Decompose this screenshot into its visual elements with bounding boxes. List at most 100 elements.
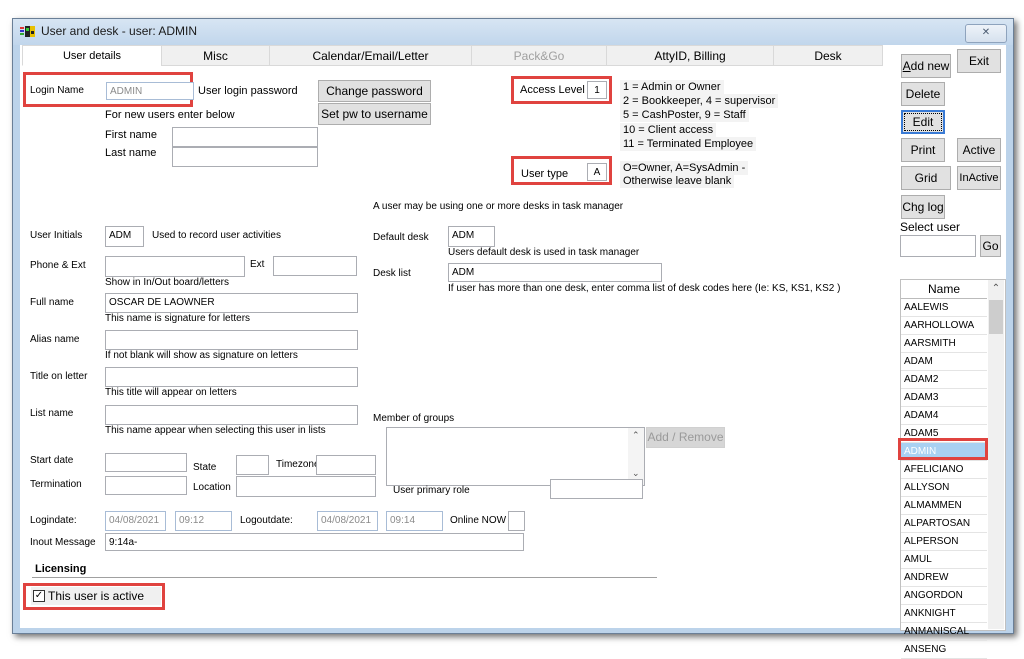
title-bar: User and desk - user: ADMIN ✕ [13, 19, 1013, 45]
user-initials-field[interactable]: ADM [105, 226, 144, 247]
tab-attyid-billing[interactable]: AttyID, Billing [606, 45, 774, 66]
logoutdate-field[interactable]: 04/08/2021 [317, 511, 378, 531]
ext-field[interactable] [273, 256, 357, 276]
user-list-item[interactable]: ADAM [901, 353, 987, 371]
termination-field[interactable] [105, 476, 187, 495]
tab-pack-and-go[interactable]: Pack&Go [471, 45, 607, 66]
login-name-field[interactable]: ADMIN [106, 82, 194, 100]
user-list-item[interactable]: ALPERSON [901, 533, 987, 551]
licensing-heading: Licensing [35, 563, 87, 575]
state-label: State [193, 462, 217, 473]
user-list-item[interactable]: AARHOLLOWA [901, 317, 987, 335]
access-legend-5: 11 = Terminated Employee [620, 137, 757, 151]
scroll-thumb[interactable] [989, 300, 1003, 334]
user-grid[interactable]: Name AALEWIS AARHOLLOWA AARSMITH ADAM ADAM2 A… [900, 279, 1006, 659]
user-initials-hint: Used to record user activities [152, 230, 281, 241]
select-user-label: Select user [900, 220, 961, 234]
delete-button[interactable]: Delete [901, 82, 945, 106]
online-now-label: Online NOW [450, 515, 507, 526]
online-now-field[interactable] [508, 511, 525, 531]
full-name-label: Full name [30, 297, 74, 308]
title-on-letter-label: Title on letter [30, 371, 88, 382]
user-list-item[interactable]: ADAM4 [901, 407, 987, 425]
checkbox-checked-icon: ✓ [33, 590, 45, 602]
start-date-field[interactable] [105, 453, 187, 472]
timezone-label: Timezone [276, 459, 320, 470]
location-field[interactable] [236, 476, 376, 497]
user-list-item[interactable]: ADMIN [901, 443, 987, 461]
user-list-item[interactable]: ADAM3 [901, 389, 987, 407]
logindate-field[interactable]: 04/08/2021 [105, 511, 166, 531]
user-list-item[interactable]: ALPARTOSAN [901, 515, 987, 533]
user-type-label: User type [521, 168, 569, 180]
change-password-button[interactable]: Change password [318, 80, 431, 102]
user-list-item[interactable]: AFELICIANO [901, 461, 987, 479]
tab-calendar-email-letter[interactable]: Calendar/Email/Letter [269, 45, 472, 66]
scroll-up-icon[interactable]: ⌃ [988, 280, 1004, 298]
active-filter-button[interactable]: Active [957, 138, 1001, 162]
set-pw-to-username-button[interactable]: Set pw to username [318, 103, 431, 125]
user-list-item[interactable]: ADAM5 [901, 425, 987, 443]
location-label: Location [193, 482, 231, 493]
grid-scrollbar[interactable]: ⌃ [988, 280, 1004, 629]
grid-header-name[interactable]: Name [901, 280, 987, 299]
user-list-item[interactable]: AMUL [901, 551, 987, 569]
user-list-item[interactable]: ANMANISCAL [901, 623, 987, 641]
title-on-letter-field[interactable] [105, 367, 358, 387]
change-log-button[interactable]: Chg log [901, 195, 945, 219]
tab-misc[interactable]: Misc [161, 45, 270, 66]
phone-field[interactable] [105, 256, 245, 277]
close-button[interactable]: ✕ [965, 24, 1007, 43]
list-name-label: List name [30, 408, 74, 419]
user-active-checkbox[interactable]: ✓ This user is active [31, 587, 161, 605]
scroll-down-icon[interactable]: ⌄ [632, 468, 640, 479]
groups-scrollbar[interactable]: ⌃ ⌄ [628, 428, 644, 485]
timezone-field[interactable] [316, 455, 376, 475]
access-legend-3: 5 = CashPoster, 9 = Staff [620, 108, 749, 122]
list-name-hint: This name appear when selecting this use… [105, 425, 326, 436]
first-name-field[interactable] [172, 127, 318, 147]
add-new-button[interactable]: Add new [901, 54, 951, 78]
start-date-label: Start date [30, 455, 74, 466]
phone-label: Phone & Ext [30, 260, 86, 271]
desk-list-hint: If user has more than one desk, enter co… [448, 283, 841, 294]
user-list-item[interactable]: ANKNIGHT [901, 605, 987, 623]
user-list-item[interactable]: AALEWIS [901, 299, 987, 317]
list-name-field[interactable] [105, 405, 358, 425]
inactive-filter-button[interactable]: InActive [957, 166, 1001, 190]
default-desk-field[interactable]: ADM [448, 226, 495, 247]
alias-name-field[interactable] [105, 330, 358, 350]
go-button[interactable]: Go [980, 235, 1001, 257]
last-name-field[interactable] [172, 147, 318, 167]
user-list-item[interactable]: ALLYSON [901, 479, 987, 497]
access-level-field[interactable]: 1 [587, 81, 607, 99]
user-primary-role-field[interactable] [550, 479, 643, 499]
groups-listbox[interactable]: ⌃ ⌄ [386, 427, 645, 486]
exit-button[interactable]: Exit [957, 49, 1001, 73]
user-type-legend-1: O=Owner, A=SysAdmin - [620, 161, 749, 175]
user-type-field[interactable]: A [587, 163, 607, 181]
logouttime-field[interactable]: 09:14 [386, 511, 443, 531]
tab-user-details[interactable]: User details [22, 45, 162, 66]
tab-desk[interactable]: Desk [773, 45, 883, 66]
scroll-up-icon[interactable]: ⌃ [632, 430, 640, 441]
user-list-item[interactable]: ALMAMMEN [901, 497, 987, 515]
logintime-field[interactable]: 09:12 [175, 511, 232, 531]
state-field[interactable] [236, 455, 269, 475]
desk-list-field[interactable]: ADM [448, 263, 662, 282]
access-legend-4: 10 = Client access [620, 123, 717, 137]
print-button[interactable]: Print [901, 138, 945, 162]
user-list-item[interactable]: ADAM2 [901, 371, 987, 389]
inout-message-field[interactable]: 9:14a- [105, 533, 524, 551]
grid-button[interactable]: Grid [901, 166, 951, 190]
full-name-field[interactable]: OSCAR DE LAOWNER [105, 293, 358, 313]
user-list-item[interactable]: AARSMITH [901, 335, 987, 353]
add-remove-groups-button[interactable]: Add / Remove [646, 427, 725, 448]
user-list-item[interactable]: ANDREW [901, 569, 987, 587]
alias-name-hint: If not blank will show as signature on l… [105, 350, 298, 361]
access-legend-1: 1 = Admin or Owner [620, 80, 724, 94]
last-name-label: Last name [105, 147, 157, 159]
select-user-field[interactable] [900, 235, 976, 257]
edit-button[interactable]: Edit [901, 110, 945, 134]
user-list-item[interactable]: ANGORDON [901, 587, 987, 605]
